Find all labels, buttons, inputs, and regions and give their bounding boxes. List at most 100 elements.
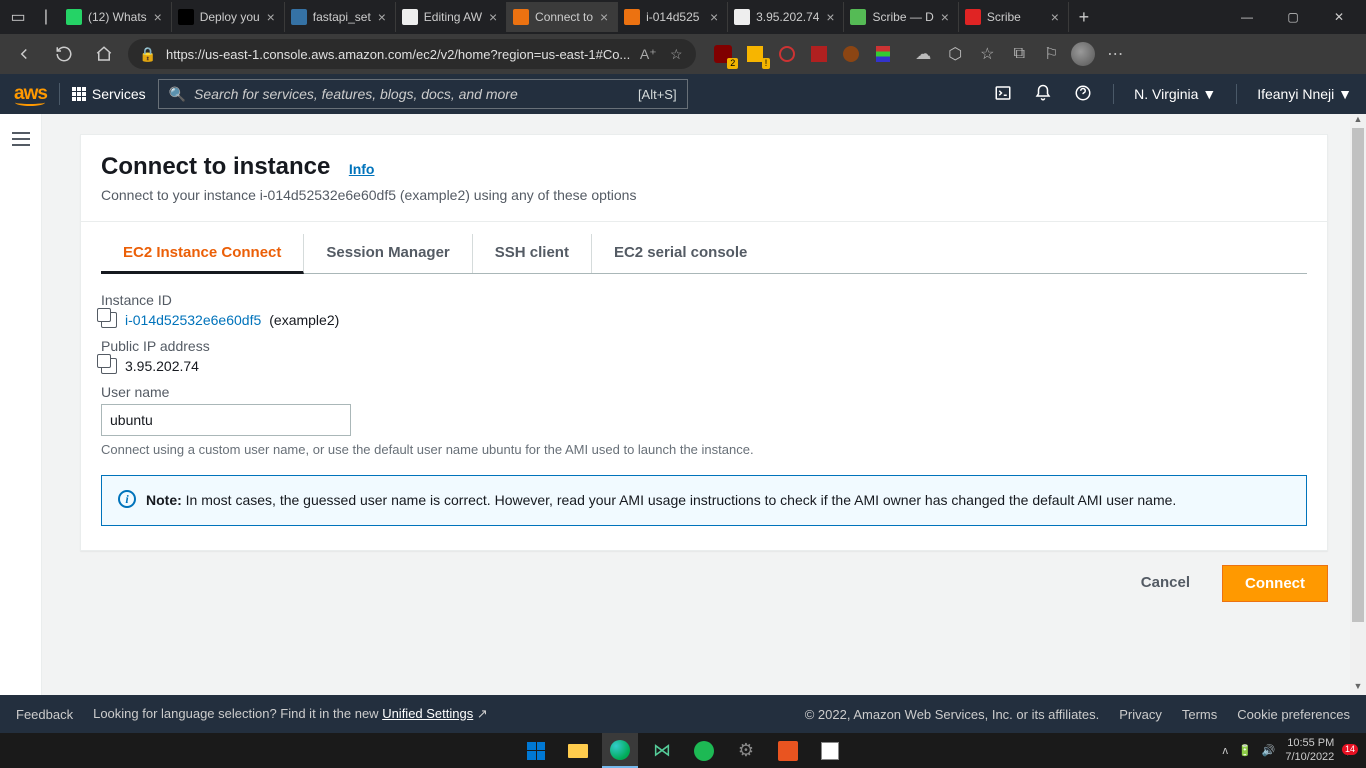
notifications-tray-icon[interactable]: 💬14: [1344, 744, 1358, 757]
address-bar[interactable]: 🔒 https://us-east-1.console.aws.amazon.c…: [128, 39, 696, 69]
aws-logo[interactable]: aws: [14, 83, 47, 105]
tab-close-icon[interactable]: ×: [375, 10, 389, 24]
tab-close-icon[interactable]: ×: [151, 10, 165, 24]
aws-global-header: aws Services 🔍 Search for services, feat…: [0, 74, 1366, 114]
minimize-button[interactable]: —: [1224, 1, 1270, 33]
browser-tab[interactable]: Scribe×: [959, 2, 1069, 32]
vscode-icon[interactable]: ⋈: [644, 733, 680, 768]
reader-mode-icon[interactable]: A⁺: [638, 46, 658, 63]
public-ip-value: 3.95.202.74: [101, 358, 1307, 374]
instance-id-value: i-014d52532e6e60df5 (example2): [101, 312, 1307, 328]
browser-tab[interactable]: Deploy you×: [172, 2, 285, 32]
browser-tab[interactable]: Editing AW×: [396, 2, 507, 32]
browser-toolbar: 🔒 https://us-east-1.console.aws.amazon.c…: [0, 34, 1366, 74]
tab-close-icon[interactable]: ×: [938, 10, 952, 24]
extension-icon-6[interactable]: [870, 41, 896, 67]
profile-avatar[interactable]: [1070, 41, 1096, 67]
tab-close-icon[interactable]: ×: [486, 10, 500, 24]
note-text: Note: In most cases, the guessed user na…: [146, 490, 1176, 511]
new-tab-button[interactable]: +: [1069, 7, 1099, 28]
tab-close-icon[interactable]: ×: [823, 10, 837, 24]
extension-icon-3[interactable]: [774, 41, 800, 67]
tab-title: 3.95.202.74: [756, 10, 819, 24]
taskbar-clock[interactable]: 10:55 PM 7/10/2022: [1285, 737, 1334, 763]
browser-tab[interactable]: Scribe — D×: [844, 2, 958, 32]
windows-taskbar: ⋈ ⚙ ʌ 🔋 🔊 10:55 PM 7/10/2022 💬14: [0, 733, 1366, 768]
aws-search-box[interactable]: 🔍 Search for services, features, blogs, …: [158, 79, 688, 109]
connection-tab[interactable]: Session Manager: [304, 234, 472, 273]
services-menu[interactable]: Services: [72, 86, 146, 102]
account-menu[interactable]: Ifeanyi Nneji ▼: [1257, 86, 1352, 102]
breadcrumb: [42, 114, 1366, 122]
tab-favicon: [850, 9, 866, 25]
cancel-button[interactable]: Cancel: [1123, 565, 1208, 602]
browser-tools-icon[interactable]: ⚐: [1038, 41, 1064, 67]
spotify-icon[interactable]: [686, 733, 722, 768]
tray-chevron-icon[interactable]: ʌ: [1222, 745, 1228, 757]
browser-tab[interactable]: (12) Whats×: [60, 2, 172, 32]
connection-tab[interactable]: EC2 serial console: [592, 234, 769, 273]
browser-tab[interactable]: fastapi_set×: [285, 2, 396, 32]
instance-id-link[interactable]: i-014d52532e6e60df5: [125, 312, 261, 328]
browser-tab[interactable]: i-014d525×: [618, 2, 728, 32]
battery-icon[interactable]: 🔋: [1238, 744, 1252, 757]
ublock-icon[interactable]: 2: [710, 41, 736, 67]
refresh-button[interactable]: [48, 38, 80, 70]
maximize-button[interactable]: ▢: [1270, 1, 1316, 33]
aws-content-area: Connect to instance Info Connect to your…: [0, 114, 1366, 733]
home-button[interactable]: [88, 38, 120, 70]
taskbar-right: ʌ 🔋 🔊 10:55 PM 7/10/2022 💬14: [1222, 737, 1366, 763]
instance-name: (example2): [269, 312, 339, 328]
extension-icon-7[interactable]: ☁︎: [910, 41, 936, 67]
extension-icon-5[interactable]: [838, 41, 864, 67]
cloudshell-icon[interactable]: [993, 84, 1013, 105]
connect-panel: Connect to instance Info Connect to your…: [80, 134, 1328, 551]
close-window-button[interactable]: ✕: [1316, 1, 1362, 33]
help-icon[interactable]: [1073, 84, 1093, 105]
search-kbd-hint: [Alt+S]: [638, 87, 677, 102]
region-selector[interactable]: N. Virginia ▼: [1134, 86, 1216, 102]
copy-icon[interactable]: [101, 358, 117, 374]
tab-overview-icon[interactable]: ▭: [4, 3, 32, 31]
browser-menu-icon[interactable]: ⋯: [1102, 41, 1128, 67]
extensions-menu-icon[interactable]: ⬡: [942, 41, 968, 67]
ubuntu-icon[interactable]: [770, 733, 806, 768]
connection-tab[interactable]: SSH client: [473, 234, 592, 273]
start-button[interactable]: [518, 733, 554, 768]
tab-close-icon[interactable]: ×: [1048, 10, 1062, 24]
copy-icon[interactable]: [101, 312, 117, 328]
nav-toggle-icon[interactable]: [12, 132, 30, 146]
scroll-thumb[interactable]: [1352, 128, 1364, 622]
username-help-text: Connect using a custom user name, or use…: [101, 442, 1307, 457]
extension-icon-2[interactable]: !: [742, 41, 768, 67]
volume-icon[interactable]: 🔊: [1262, 744, 1276, 757]
browser-tab[interactable]: Connect to×: [507, 2, 618, 32]
extension-icon-4[interactable]: [806, 41, 832, 67]
tab-close-icon[interactable]: ×: [707, 10, 721, 24]
username-input[interactable]: [101, 404, 351, 436]
connection-tab[interactable]: EC2 Instance Connect: [101, 234, 304, 274]
tab-close-icon[interactable]: ×: [597, 10, 611, 24]
tab-close-icon[interactable]: ×: [264, 10, 278, 24]
terms-link[interactable]: Terms: [1182, 707, 1217, 722]
content-scroll[interactable]: Connect to instance Info Connect to your…: [42, 114, 1366, 733]
scroll-up-arrow[interactable]: ▲: [1350, 114, 1366, 128]
notifications-icon[interactable]: [1033, 84, 1053, 105]
feedback-link[interactable]: Feedback: [16, 707, 73, 722]
app-icon[interactable]: [812, 733, 848, 768]
back-button[interactable]: [8, 38, 40, 70]
settings-icon[interactable]: ⚙: [728, 733, 764, 768]
collections-icon[interactable]: ⧉: [1006, 41, 1032, 67]
favorite-icon[interactable]: ☆: [666, 46, 686, 63]
scrollbar[interactable]: ▲ ▼: [1350, 114, 1366, 695]
connect-button[interactable]: Connect: [1222, 565, 1328, 602]
favorites-icon[interactable]: ☆: [974, 41, 1000, 67]
edge-icon[interactable]: [602, 733, 638, 768]
unified-settings-link[interactable]: Unified Settings: [382, 706, 473, 721]
cookie-prefs-link[interactable]: Cookie preferences: [1237, 707, 1350, 722]
scroll-down-arrow[interactable]: ▼: [1350, 681, 1366, 695]
info-link[interactable]: Info: [349, 161, 375, 177]
file-explorer-icon[interactable]: [560, 733, 596, 768]
privacy-link[interactable]: Privacy: [1119, 707, 1162, 722]
browser-tab[interactable]: 3.95.202.74 ×: [728, 2, 844, 32]
